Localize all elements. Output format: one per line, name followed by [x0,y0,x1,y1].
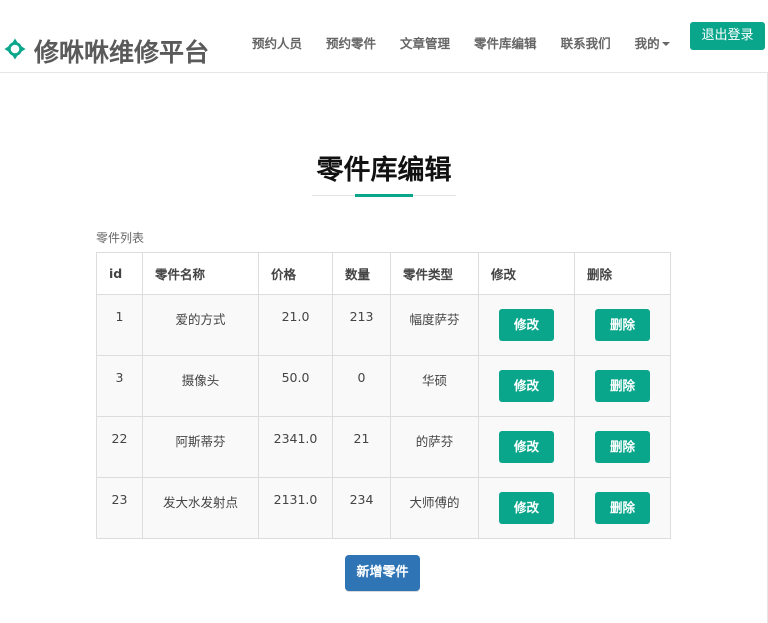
cell-edit: 修改 [478,355,575,417]
logout-button[interactable]: 退出登录 [690,22,765,50]
nav-item-contact-us[interactable]: 联系我们 [549,36,623,52]
cell-name: 摄像头 [142,355,259,417]
page-title: 零件库编辑 [316,155,452,186]
cell-price: 50.0 [258,355,333,417]
edit-button[interactable]: 修改 [499,431,554,463]
parts-table: id 零件名称 价格 数量 零件类型 修改 删除 1 爱的方式 21.0 213… [96,252,671,539]
caret-down-icon [661,42,670,46]
delete-button[interactable]: 删除 [595,309,650,341]
cell-delete: 删除 [574,416,671,478]
cell-id: 1 [96,294,143,356]
cell-name: 发大水发射点 [142,477,259,539]
edit-button[interactable]: 修改 [499,370,554,402]
delete-button[interactable]: 删除 [595,370,650,402]
table-row: 22 阿斯蒂芬 2341.0 21 的萨芬 修改 删除 [96,416,671,478]
delete-button[interactable]: 删除 [595,431,650,463]
cell-quantity: 21 [332,416,391,478]
table-caption: 零件列表 [96,231,145,245]
cell-delete: 删除 [574,477,671,539]
cell-price: 2341.0 [258,416,333,478]
cell-type: 大师傅的 [390,477,479,539]
cell-name: 阿斯蒂芬 [142,416,259,478]
table-row: 23 发大水发射点 2131.0 234 大师傅的 修改 删除 [96,477,671,539]
nav-item-parts-library-edit[interactable]: 零件库编辑 [462,36,549,52]
table-row: 1 爱的方式 21.0 213 幅度萨芬 修改 删除 [96,294,671,356]
main-nav: 预约人员 预约零件 文章管理 零件库编辑 联系我们 我的 [240,36,682,52]
add-part-button[interactable]: 新增零件 [345,555,420,591]
cell-id: 23 [96,477,143,539]
brand[interactable]: 修咻咻维修平台 [4,33,209,69]
column-header-price: 价格 [258,252,333,295]
column-header-type: 零件类型 [390,252,479,295]
cell-delete: 删除 [574,294,671,356]
cell-quantity: 0 [332,355,391,417]
edit-button[interactable]: 修改 [499,492,554,524]
column-header-quantity: 数量 [332,252,391,295]
cell-edit: 修改 [478,294,575,356]
cell-id: 22 [96,416,143,478]
cell-type: 的萨芬 [390,416,479,478]
cell-edit: 修改 [478,416,575,478]
cell-id: 3 [96,355,143,417]
nav-item-appointment-parts[interactable]: 预约零件 [314,36,388,52]
nav-item-my-dropdown[interactable]: 我的 [623,36,682,52]
cell-edit: 修改 [478,477,575,539]
app-frame: 修咻咻维修平台 预约人员 预约零件 文章管理 零件库编辑 联系我们 我的 退出登… [0,0,768,623]
cell-name: 爱的方式 [142,294,259,356]
nav-item-appointment-people[interactable]: 预约人员 [240,36,314,52]
column-header-id: id [96,252,143,295]
edit-button[interactable]: 修改 [499,309,554,341]
cell-quantity: 213 [332,294,391,356]
cell-delete: 删除 [574,355,671,417]
table-header-row: id 零件名称 价格 数量 零件类型 修改 删除 [96,252,671,295]
cell-type: 华硕 [390,355,479,417]
column-header-delete: 删除 [574,252,671,295]
title-divider-accent [355,194,413,197]
column-header-name: 零件名称 [142,252,259,295]
cell-type: 幅度萨芬 [390,294,479,356]
table-row: 3 摄像头 50.0 0 华硕 修改 删除 [96,355,671,417]
nav-item-article-management[interactable]: 文章管理 [388,36,462,52]
crosshair-icon [4,38,26,64]
column-header-edit: 修改 [478,252,575,295]
cell-price: 21.0 [258,294,333,356]
top-navbar: 修咻咻维修平台 预约人员 预约零件 文章管理 零件库编辑 联系我们 我的 退出登… [0,0,768,73]
cell-price: 2131.0 [258,477,333,539]
nav-item-my-label: 我的 [634,36,660,51]
delete-button[interactable]: 删除 [595,492,650,524]
brand-name: 修咻咻维修平台 [34,38,210,67]
cell-quantity: 234 [332,477,391,539]
